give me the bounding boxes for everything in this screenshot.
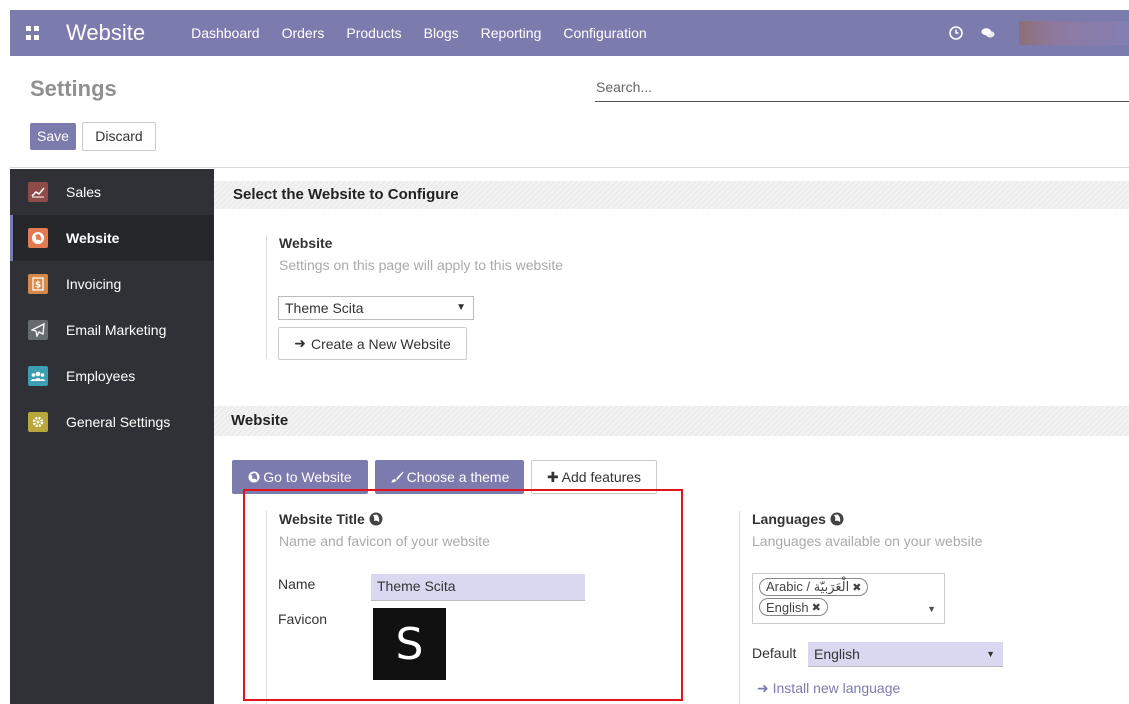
install-language-link[interactable]: ➜ Install new language bbox=[757, 680, 900, 697]
top-navbar: Website Dashboard Orders Products Blogs … bbox=[10, 10, 1129, 56]
menu-dashboard[interactable]: Dashboard bbox=[191, 25, 260, 41]
paint-brush-icon bbox=[391, 471, 404, 483]
menu-reporting[interactable]: Reporting bbox=[481, 25, 542, 41]
systray bbox=[949, 10, 1129, 56]
languages-heading: Languages bbox=[752, 511, 1119, 527]
default-language-select[interactable]: English ▼ bbox=[808, 642, 1003, 667]
menu-orders[interactable]: Orders bbox=[282, 25, 325, 41]
search-input[interactable]: Search... bbox=[595, 76, 1129, 102]
website-select[interactable]: Theme Scita ▼ bbox=[278, 296, 474, 320]
sidebar-item-label: Invoicing bbox=[66, 276, 122, 292]
add-features-label: Add features bbox=[561, 469, 642, 485]
paper-plane-icon bbox=[28, 320, 48, 340]
tag-label: English bbox=[766, 599, 809, 615]
settings-sidebar: Sales Website $ Invoicing Email Marketin… bbox=[10, 169, 214, 704]
section-header-website: Website bbox=[214, 406, 1129, 436]
sidebar-item-sales[interactable]: Sales bbox=[10, 169, 214, 215]
globe-icon bbox=[28, 228, 48, 248]
install-language-label: Install new language bbox=[772, 680, 901, 696]
menu-configuration[interactable]: Configuration bbox=[563, 25, 646, 41]
user-avatar-menu[interactable] bbox=[1019, 21, 1129, 45]
gear-icon bbox=[28, 412, 48, 432]
sidebar-item-website[interactable]: Website bbox=[10, 215, 214, 261]
languages-label: Languages bbox=[752, 511, 826, 527]
default-label: Default bbox=[752, 645, 797, 661]
create-website-button[interactable]: ➜ Create a New Website bbox=[278, 327, 467, 360]
field-label-website: Website bbox=[279, 235, 333, 251]
menu-blogs[interactable]: Blogs bbox=[424, 25, 459, 41]
language-tag-arabic: Arabic / الْعَرَبيّة ✖ bbox=[759, 578, 869, 596]
sidebar-item-label: Website bbox=[66, 230, 120, 246]
sidebar-item-label: Employees bbox=[66, 368, 136, 384]
go-to-website-label: Go to Website bbox=[263, 469, 352, 485]
caret-down-icon: ▼ bbox=[986, 649, 995, 659]
discard-button[interactable]: Discard bbox=[82, 122, 156, 151]
languages-tags-input[interactable]: Arabic / الْعَرَبيّة ✖ English ✖ ▼ bbox=[752, 573, 945, 624]
sidebar-item-label: Sales bbox=[66, 184, 102, 200]
website-select-value: Theme Scita bbox=[285, 300, 364, 316]
sidebar-item-label: Email Marketing bbox=[66, 322, 167, 338]
invoice-dollar-icon: $ bbox=[28, 274, 48, 294]
arrow-right-icon: ➜ bbox=[757, 680, 769, 696]
section-header-configure: Select the Website to Configure bbox=[214, 181, 1129, 209]
field-help: Settings on this page will apply to this… bbox=[279, 257, 564, 273]
menu-products[interactable]: Products bbox=[346, 25, 401, 41]
highlight-box bbox=[243, 489, 683, 701]
app-brand: Website bbox=[66, 20, 146, 45]
remove-tag-icon[interactable]: ✖ bbox=[852, 581, 861, 594]
languages-help: Languages available on your website bbox=[752, 533, 983, 549]
arrow-right-icon: ➜ bbox=[294, 335, 306, 351]
remove-tag-icon[interactable]: ✖ bbox=[812, 601, 821, 614]
plus-icon: ✚ bbox=[546, 468, 559, 485]
caret-down-icon: ▼ bbox=[927, 604, 936, 614]
default-language-value: English bbox=[814, 646, 860, 662]
apps-grid-icon[interactable] bbox=[26, 26, 40, 40]
sidebar-item-general-settings[interactable]: General Settings bbox=[10, 399, 214, 445]
globe-icon bbox=[248, 471, 260, 483]
caret-down-icon: ▼ bbox=[456, 302, 466, 313]
sidebar-item-label: General Settings bbox=[66, 414, 171, 430]
save-button[interactable]: Save bbox=[30, 123, 76, 150]
clock-icon[interactable] bbox=[949, 26, 963, 40]
create-website-label: Create a New Website bbox=[310, 335, 451, 352]
chat-icon[interactable] bbox=[981, 26, 995, 40]
page-title: Settings bbox=[30, 76, 117, 101]
tag-label: Arabic / الْعَرَبيّة bbox=[766, 579, 850, 594]
sidebar-item-email-marketing[interactable]: Email Marketing bbox=[10, 307, 214, 353]
employees-group-icon bbox=[28, 366, 48, 386]
control-panel: Settings Search... Save Discard bbox=[10, 56, 1129, 168]
main-menu: Dashboard Orders Products Blogs Reportin… bbox=[191, 25, 669, 41]
svg-text:$: $ bbox=[35, 281, 41, 291]
sidebar-item-employees[interactable]: Employees bbox=[10, 353, 214, 399]
globe-icon bbox=[830, 512, 844, 526]
choose-theme-label: Choose a theme bbox=[406, 469, 510, 485]
sidebar-item-invoicing[interactable]: $ Invoicing bbox=[10, 261, 214, 307]
language-tag-english: English ✖ bbox=[759, 598, 828, 616]
sales-chart-icon bbox=[28, 182, 48, 202]
